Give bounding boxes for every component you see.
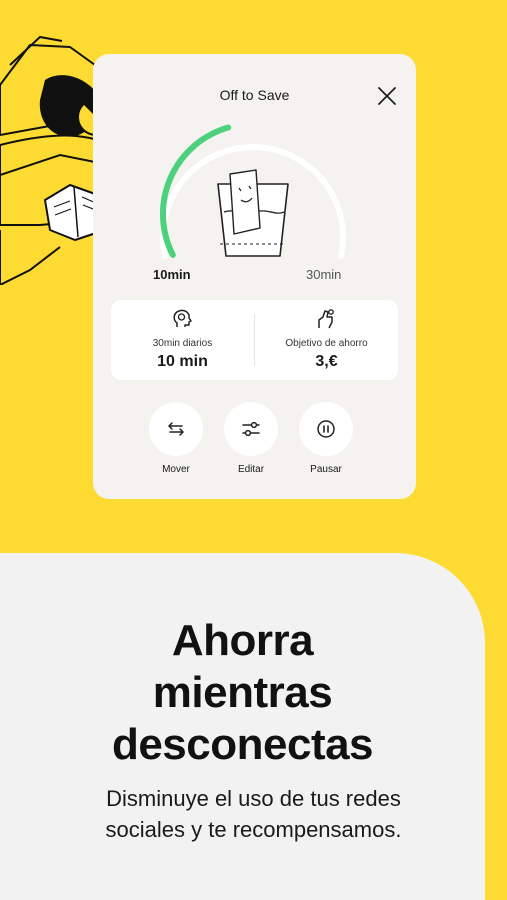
gauge-min-label: 10min xyxy=(153,267,191,282)
sliders-icon xyxy=(242,421,260,437)
card-title: Off to Save xyxy=(219,87,290,103)
savings-goal-stat: Objetivo de ahorro 3,€ xyxy=(255,300,398,380)
move-label: Mover xyxy=(162,464,190,475)
headline-line-3: desconectas xyxy=(111,720,374,769)
subtitle: Disminuye el uso de tus redes sociales y… xyxy=(0,783,507,845)
daily-time-stat: 30min diarios 10 min xyxy=(111,300,254,380)
edit-label: Editar xyxy=(237,464,265,475)
close-icon[interactable] xyxy=(376,85,398,107)
savings-card: Off to Save 10min 30min 30min diarios 10… xyxy=(93,54,416,499)
promo-panel: Ahorra mientras desconectas Disminuye el… xyxy=(0,553,485,900)
daily-time-value: 10 min xyxy=(157,353,208,370)
move-button[interactable]: Mover xyxy=(146,402,206,475)
stats-panel: 30min diarios 10 min Objetivo de ahorro … xyxy=(111,300,398,380)
savings-goal-value: 3,€ xyxy=(315,353,338,370)
pause-button[interactable]: Pausar xyxy=(296,402,356,475)
headline-line-1: Ahorra xyxy=(171,616,314,665)
daily-time-label: 30min diarios xyxy=(152,338,213,349)
headline: Ahorra mientras desconectas xyxy=(0,615,485,771)
head-profile-icon xyxy=(173,309,192,327)
headline-line-2: mientras xyxy=(152,668,333,717)
savings-goal-label: Objetivo de ahorro xyxy=(285,338,368,349)
glass-icon xyxy=(217,169,289,257)
swap-arrows-icon xyxy=(168,422,184,436)
pause-label: Pausar xyxy=(310,464,342,475)
subtitle-line-2: sociales y te recompensamos. xyxy=(105,817,402,842)
pause-icon xyxy=(317,420,335,438)
gauge-max-label: 30min xyxy=(306,267,342,282)
hand-coin-icon xyxy=(318,309,334,329)
edit-button[interactable]: Editar xyxy=(221,402,281,475)
time-gauge xyxy=(160,124,346,259)
subtitle-line-1: Disminuye el uso de tus redes xyxy=(106,786,401,811)
